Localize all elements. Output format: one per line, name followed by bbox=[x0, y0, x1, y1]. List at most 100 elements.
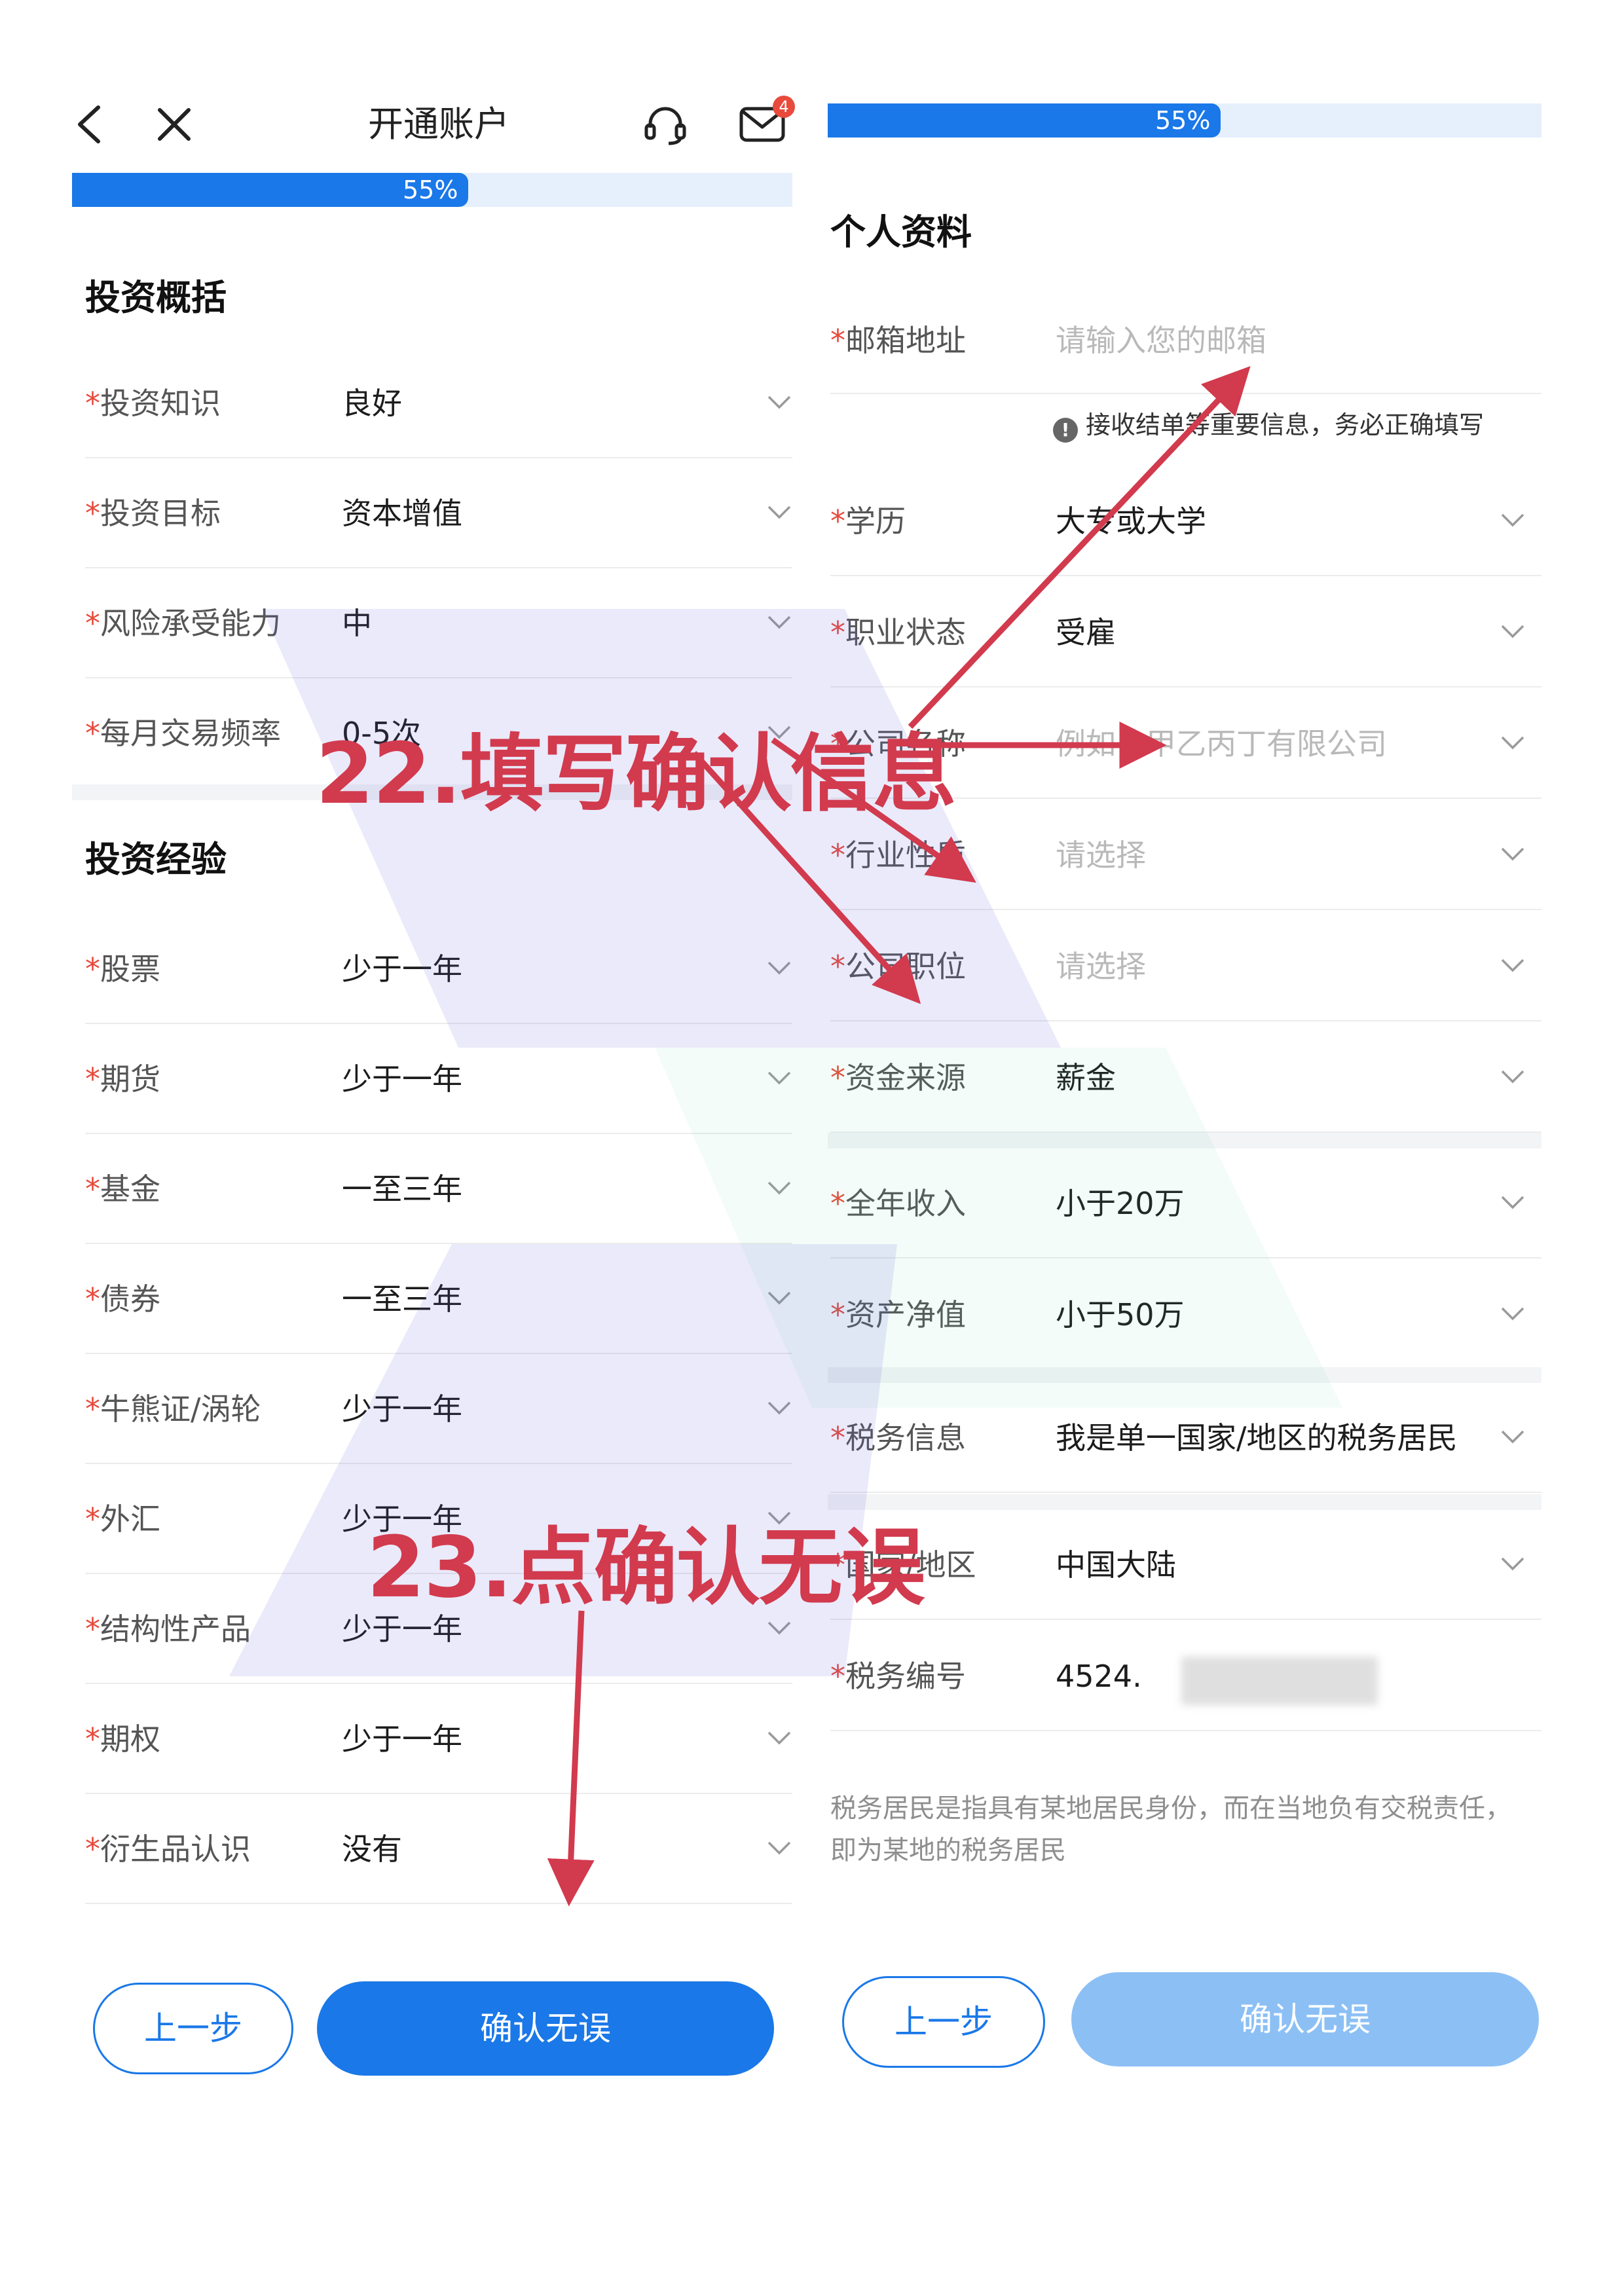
field-value: 例如：甲乙丙丁有限公司 bbox=[1056, 726, 1387, 762]
field-label: *牛熊证/涡轮 bbox=[85, 1391, 261, 1427]
email-note: ! 接收结单等重要信息，务必正确填写 bbox=[1053, 405, 1484, 443]
form-row[interactable]: *全年收入 小于20万 bbox=[830, 1148, 1541, 1258]
confirm-button[interactable]: 确认无误 bbox=[317, 1981, 774, 2076]
headset-icon[interactable] bbox=[639, 98, 692, 151]
email-row: *邮箱地址 请输入您的邮箱 bbox=[830, 285, 1541, 395]
field-value: 少于一年 bbox=[342, 951, 462, 987]
chevron-down-icon bbox=[1501, 513, 1524, 527]
field-label: *期权 bbox=[85, 1721, 160, 1757]
field-label: *期货 bbox=[85, 1061, 160, 1097]
form-row[interactable]: *公司职位 请选择 bbox=[830, 911, 1541, 1021]
field-value: 薪金 bbox=[1056, 1060, 1116, 1095]
country-value: 中国大陆 bbox=[1056, 1547, 1176, 1583]
chevron-down-icon bbox=[767, 1291, 791, 1305]
chevron-down-icon bbox=[1501, 1307, 1524, 1321]
field-value: 良好 bbox=[342, 386, 402, 421]
blurred-tax-id bbox=[1181, 1657, 1378, 1705]
row-divider bbox=[830, 393, 1541, 394]
chevron-down-icon bbox=[767, 1841, 791, 1855]
right-screen: 55% 个人资料 *邮箱地址 请输入您的邮箱 ! 接收结单等重要信息，务必正确填写… bbox=[812, 0, 1624, 2295]
field-label: *债券 bbox=[85, 1281, 160, 1317]
field-label: *风险承受能力 bbox=[85, 606, 281, 641]
form-row[interactable]: *股票 少于一年 bbox=[85, 914, 792, 1024]
step-22-annotation: 22.填写确认信息 bbox=[316, 725, 957, 823]
tax-info-label: *税务信息 bbox=[830, 1420, 966, 1456]
progress-label: 55% bbox=[1155, 106, 1211, 135]
field-value: 一至三年 bbox=[342, 1281, 462, 1317]
prev-step-button[interactable]: 上一步 bbox=[842, 1976, 1045, 2068]
tax-info-row[interactable]: *税务信息 我是单一国家/地区的税务居民 bbox=[830, 1383, 1541, 1493]
chevron-down-icon bbox=[1501, 736, 1524, 750]
chevron-down-icon bbox=[1501, 1557, 1524, 1571]
field-label: *基金 bbox=[85, 1171, 160, 1207]
field-label: *股票 bbox=[85, 951, 160, 987]
field-label: *衍生品认识 bbox=[85, 1831, 251, 1867]
section-title-investment-experience: 投资经验 bbox=[85, 839, 227, 880]
field-value: 小于20万 bbox=[1056, 1186, 1185, 1221]
chevron-down-icon bbox=[1501, 625, 1524, 638]
field-label: *每月交易频率 bbox=[85, 716, 281, 751]
form-row[interactable]: *投资知识 良好 bbox=[85, 348, 792, 458]
step-23-annotation: 23.点确认无误 bbox=[367, 1519, 925, 1617]
chevron-down-icon bbox=[767, 1181, 791, 1195]
form-row[interactable]: *投资目标 资本增值 bbox=[85, 458, 792, 568]
form-row[interactable]: *职业状态 受雇 bbox=[830, 578, 1541, 688]
section-divider bbox=[828, 1133, 1541, 1148]
confirm-button-disabled[interactable]: 确认无误 bbox=[1071, 1972, 1539, 2066]
form-row[interactable]: *基金 一至三年 bbox=[85, 1134, 792, 1244]
field-value: 受雇 bbox=[1056, 615, 1116, 650]
country-row[interactable]: *国家/地区 中国大陆 bbox=[830, 1510, 1541, 1620]
field-label: *投资知识 bbox=[85, 386, 221, 421]
form-row[interactable]: *期货 少于一年 bbox=[85, 1024, 792, 1134]
field-value: 少于一年 bbox=[342, 1061, 462, 1097]
field-value: 资本增值 bbox=[342, 496, 462, 531]
form-row[interactable]: *资产净值 小于50万 bbox=[830, 1260, 1541, 1370]
page-title: 开通账户 bbox=[368, 103, 509, 145]
field-value: 少于一年 bbox=[342, 1391, 462, 1427]
close-icon[interactable] bbox=[148, 98, 200, 151]
form-row[interactable]: *债券 一至三年 bbox=[85, 1244, 792, 1354]
field-value: 没有 bbox=[342, 1831, 402, 1867]
tax-id-input[interactable]: 4524. bbox=[1056, 1621, 1142, 1731]
field-label: *职业状态 bbox=[830, 615, 966, 650]
field-value: 请选择 bbox=[1056, 837, 1146, 873]
email-label: *邮箱地址 bbox=[830, 323, 966, 358]
section-title-investment-summary: 投资概括 bbox=[85, 277, 227, 318]
chevron-down-icon bbox=[1501, 847, 1524, 861]
chevron-down-icon bbox=[767, 505, 791, 519]
field-label: *资产净值 bbox=[830, 1297, 966, 1332]
field-value: 小于50万 bbox=[1056, 1297, 1185, 1332]
form-row[interactable]: *学历 大专或大学 bbox=[830, 466, 1541, 576]
field-label: *全年收入 bbox=[830, 1186, 966, 1221]
form-row[interactable]: *资金来源 薪金 bbox=[830, 1023, 1541, 1133]
field-value: 请选择 bbox=[1056, 949, 1146, 984]
field-label: *学历 bbox=[830, 504, 906, 539]
chevron-down-icon bbox=[767, 1401, 791, 1415]
progress-bar: 55% bbox=[828, 103, 1541, 138]
chevron-down-icon bbox=[1501, 1196, 1524, 1209]
prev-step-button[interactable]: 上一步 bbox=[93, 1983, 293, 2074]
section-divider bbox=[828, 1367, 1541, 1383]
form-row[interactable]: *风险承受能力 中 bbox=[85, 568, 792, 678]
section-divider bbox=[828, 1494, 1541, 1510]
tax-info-value: 我是单一国家/地区的税务居民 bbox=[1056, 1420, 1458, 1456]
field-label: *资金来源 bbox=[830, 1060, 966, 1095]
back-chevron-icon[interactable] bbox=[63, 98, 115, 151]
field-label: *投资目标 bbox=[85, 496, 221, 531]
chevron-down-icon bbox=[767, 615, 791, 629]
email-input[interactable]: 请输入您的邮箱 bbox=[1056, 285, 1266, 395]
mail-badge: 4 bbox=[773, 96, 795, 118]
form-row[interactable]: *期权 少于一年 bbox=[85, 1684, 792, 1794]
form-row[interactable]: *衍生品认识 没有 bbox=[85, 1794, 792, 1904]
chevron-down-icon bbox=[1501, 959, 1524, 972]
chevron-down-icon bbox=[767, 1731, 791, 1745]
progress-bar: 55% bbox=[72, 173, 792, 207]
field-label: *结构性产品 bbox=[85, 1611, 251, 1647]
chevron-down-icon bbox=[767, 961, 791, 975]
form-row[interactable]: *牛熊证/涡轮 少于一年 bbox=[85, 1354, 792, 1464]
chevron-down-icon bbox=[1501, 1070, 1524, 1084]
left-screen: 开通账户 4 55% 投资概括 *投资知识 良好 *投资目标 资本增值 *风险承受能力 中… bbox=[0, 0, 812, 2295]
field-label: *公司职位 bbox=[830, 949, 966, 984]
field-value: 中 bbox=[342, 606, 372, 641]
chevron-down-icon bbox=[1501, 1430, 1524, 1444]
